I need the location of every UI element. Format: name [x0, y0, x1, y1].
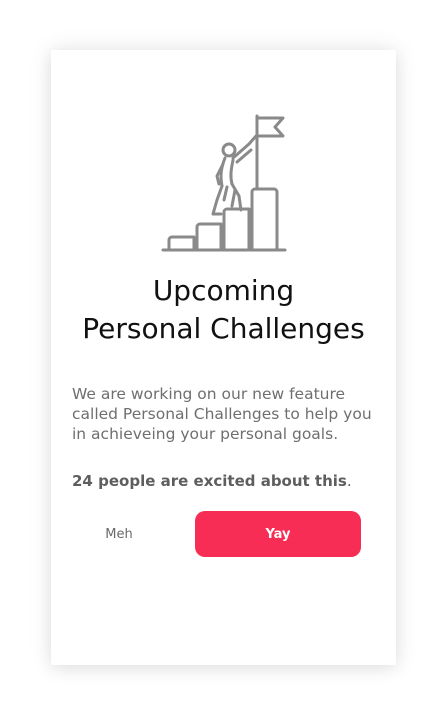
yay-button[interactable]: Yay [195, 511, 361, 557]
person-climbing-stairs-with-flag-icon [161, 114, 287, 252]
excited-count-text: 24 people are excited about this. [72, 471, 382, 491]
excited-suffix: . [346, 472, 352, 490]
excited-count: 24 [72, 472, 93, 490]
meh-button[interactable]: Meh [73, 511, 165, 557]
title-line-1: Upcoming [152, 274, 295, 307]
feature-description: We are working on our new feature called… [72, 385, 372, 443]
feature-announcement-card: Upcoming Personal Challenges We are work… [51, 50, 396, 665]
excited-label: people are excited about this [98, 472, 347, 490]
title-line-2: Personal Challenges [82, 312, 365, 345]
page-title: Upcoming Personal Challenges [51, 272, 396, 348]
